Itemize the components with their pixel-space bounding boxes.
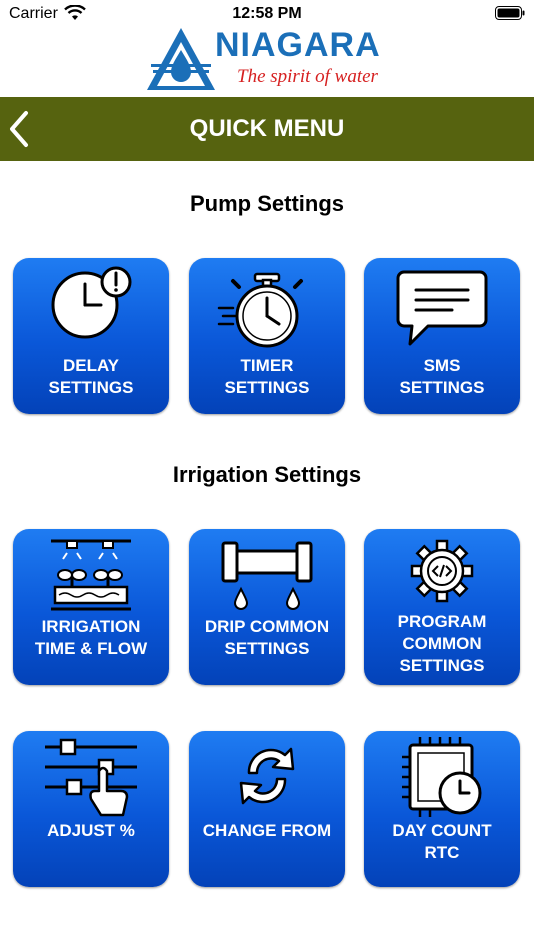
change-from-button[interactable]: CHANGE FROM bbox=[189, 731, 345, 887]
section-title-pump: Pump Settings bbox=[189, 191, 344, 216]
page-title: QUICK MENU bbox=[189, 115, 345, 142]
chat-message-icon bbox=[396, 270, 488, 346]
drip-common-settings-label: DRIP COMMON SETTINGS bbox=[204, 617, 330, 658]
program-common-settings-button[interactable]: PROGRAM COMMON SETTINGS bbox=[364, 529, 520, 685]
status-bar: Carrier 12:58 PM bbox=[0, 0, 534, 26]
adjust-percent-button[interactable]: ADJUST % bbox=[13, 731, 169, 887]
drip-common-settings-button[interactable]: DRIP COMMON SETTINGS bbox=[189, 529, 345, 685]
brand-name: NIAGARA bbox=[215, 26, 381, 64]
program-common-settings-label: PROGRAM COMMON SETTINGS bbox=[397, 612, 487, 675]
irrigation-time-flow-button[interactable]: IRRIGATION TIME & FLOW bbox=[13, 529, 169, 685]
sms-settings-button[interactable]: SMS SETTINGS bbox=[364, 258, 520, 414]
brand-logo: NIAGARA The spirit of water bbox=[145, 24, 395, 94]
irrigation-time-flow-label: IRRIGATION TIME & FLOW bbox=[34, 617, 148, 658]
day-count-rtc-label: DAY COUNT RTC bbox=[392, 821, 492, 862]
battery-icon bbox=[495, 6, 525, 20]
brand-tagline: The spirit of water bbox=[237, 66, 378, 87]
stopwatch-icon bbox=[217, 272, 303, 348]
refresh-arrows-icon bbox=[239, 747, 295, 805]
sms-settings-label: SMS SETTINGS bbox=[399, 356, 485, 397]
drip-pipe-icon bbox=[221, 541, 313, 610]
sprinkler-plants-icon bbox=[51, 539, 131, 611]
status-time: 12:58 PM bbox=[232, 5, 302, 22]
clock-alert-icon bbox=[51, 266, 132, 339]
day-count-rtc-button[interactable]: DAY COUNT RTC bbox=[364, 731, 520, 887]
chip-clock-icon bbox=[402, 737, 482, 817]
timer-settings-label: TIMER SETTINGS bbox=[224, 356, 310, 397]
adjust-percent-label: ADJUST % bbox=[47, 821, 135, 840]
delay-settings-button[interactable]: DELAY SETTINGS bbox=[13, 258, 169, 414]
section-title-irrigation: Irrigation Settings bbox=[172, 462, 362, 487]
delay-settings-label: DELAY SETTINGS bbox=[48, 356, 134, 397]
niagara-logo-icon bbox=[147, 28, 215, 90]
nav-header: QUICK MENU bbox=[0, 97, 534, 161]
timer-settings-button[interactable]: TIMER SETTINGS bbox=[189, 258, 345, 414]
change-from-label: CHANGE FROM bbox=[202, 821, 332, 840]
slider-adjust-icon bbox=[45, 738, 137, 817]
